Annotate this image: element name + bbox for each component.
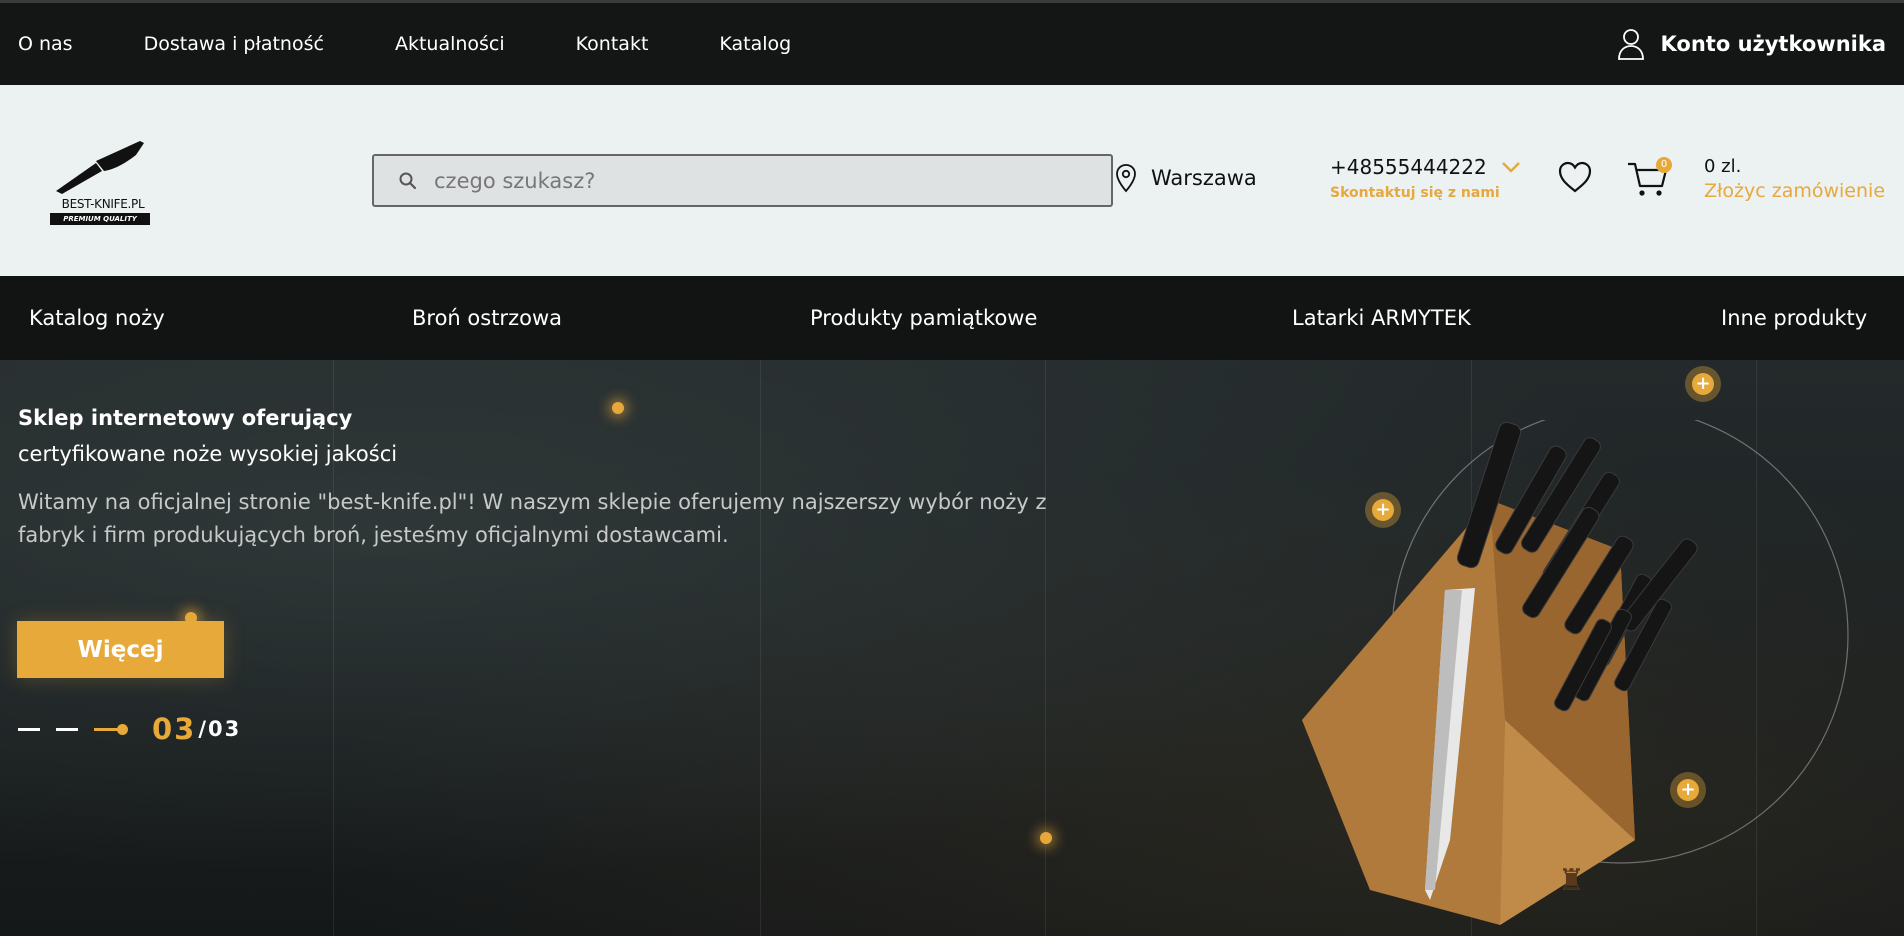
- cart-button[interactable]: 0: [1626, 157, 1672, 198]
- decorative-light-dot: [1040, 832, 1052, 844]
- site-logo[interactable]: BEST-KNIFE.PL PREMIUM QUALITY: [48, 139, 154, 229]
- account-label: Konto użytkownika: [1660, 32, 1886, 56]
- category-other-products[interactable]: Inne produkty: [1721, 276, 1867, 360]
- header: BEST-KNIFE.PL PREMIUM QUALITY Warszawa +…: [0, 85, 1904, 276]
- logo-text: BEST-KNIFE.PL: [61, 197, 145, 211]
- place-order-link[interactable]: Złożyc zamówienie: [1704, 180, 1885, 202]
- topnav-link-about[interactable]: O nas: [18, 33, 73, 55]
- topnav-link-delivery[interactable]: Dostawa i płatność: [144, 33, 324, 55]
- slide-current: 03: [152, 712, 197, 746]
- logo-tagline: PREMIUM QUALITY: [50, 213, 150, 225]
- category-souvenirs[interactable]: Produkty pamiątkowe: [810, 276, 1037, 360]
- city-name: Warszawa: [1151, 166, 1257, 190]
- favorites-heart-icon[interactable]: [1557, 160, 1593, 194]
- hero-slider: Sklep internetowy oferujący certyfikowan…: [0, 360, 1904, 936]
- slide-indicator-1[interactable]: [18, 727, 40, 731]
- slide-indicator-3-active[interactable]: [94, 723, 128, 735]
- hero-grid-line: [760, 360, 761, 936]
- city-selector[interactable]: Warszawa: [1115, 163, 1257, 193]
- hotspot-plus-button[interactable]: +: [1365, 492, 1401, 528]
- search-box[interactable]: [372, 154, 1113, 207]
- location-pin-icon: [1116, 164, 1136, 193]
- hero-description: Witamy na oficjalnej stronie "best-knife…: [18, 490, 1047, 547]
- svg-text:♜: ♜: [1558, 863, 1585, 898]
- category-bladed-weapons[interactable]: Broń ostrzowa: [412, 276, 562, 360]
- cart-sum: 0 zl.: [1704, 156, 1742, 177]
- phone-number[interactable]: +48555444222: [1330, 155, 1487, 179]
- category-armytek-flashlights[interactable]: Latarki ARMYTEK: [1292, 276, 1471, 360]
- account-link[interactable]: Konto użytkownika: [1617, 3, 1886, 85]
- slide-total: /03: [198, 717, 242, 741]
- hotspot-plus-button[interactable]: +: [1670, 772, 1706, 808]
- search-icon[interactable]: [398, 171, 418, 191]
- slide-indicator-2[interactable]: [56, 727, 78, 731]
- top-bar: O nas Dostawa i płatność Aktualności Kon…: [0, 0, 1904, 85]
- category-bar: Katalog noży Broń ostrzowa Produkty pami…: [0, 276, 1904, 360]
- knife-logo-icon: [56, 141, 144, 194]
- topnav-link-news[interactable]: Aktualności: [395, 33, 505, 55]
- user-icon: [1617, 29, 1644, 60]
- search-input[interactable]: [434, 168, 1074, 193]
- hero-grid-line: [1045, 360, 1046, 936]
- contact-link[interactable]: Skontaktuj się z nami: [1330, 185, 1521, 201]
- cart-summary[interactable]: 0 zl. Złożyc zamówienie: [1704, 156, 1885, 202]
- hero-title: Sklep internetowy oferujący: [18, 406, 353, 430]
- category-knife-catalog[interactable]: Katalog noży: [29, 276, 165, 360]
- topnav-link-contact[interactable]: Kontakt: [576, 33, 649, 55]
- phone-block[interactable]: +48555444222 Skontaktuj się z nami: [1330, 155, 1521, 201]
- cart-count-badge: 0: [1656, 157, 1672, 173]
- hero-subtitle: certyfikowane noże wysokiej jakości: [18, 442, 398, 466]
- topnav-link-catalog[interactable]: Katalog: [719, 33, 791, 55]
- chevron-down-icon[interactable]: [1501, 161, 1521, 173]
- decorative-light-dot: [612, 402, 624, 414]
- more-button[interactable]: Więcej: [17, 621, 224, 678]
- slide-pager: 03 /03: [18, 712, 241, 746]
- top-nav: O nas Dostawa i płatność Aktualności Kon…: [18, 3, 862, 85]
- hotspot-plus-button[interactable]: +: [1685, 366, 1721, 402]
